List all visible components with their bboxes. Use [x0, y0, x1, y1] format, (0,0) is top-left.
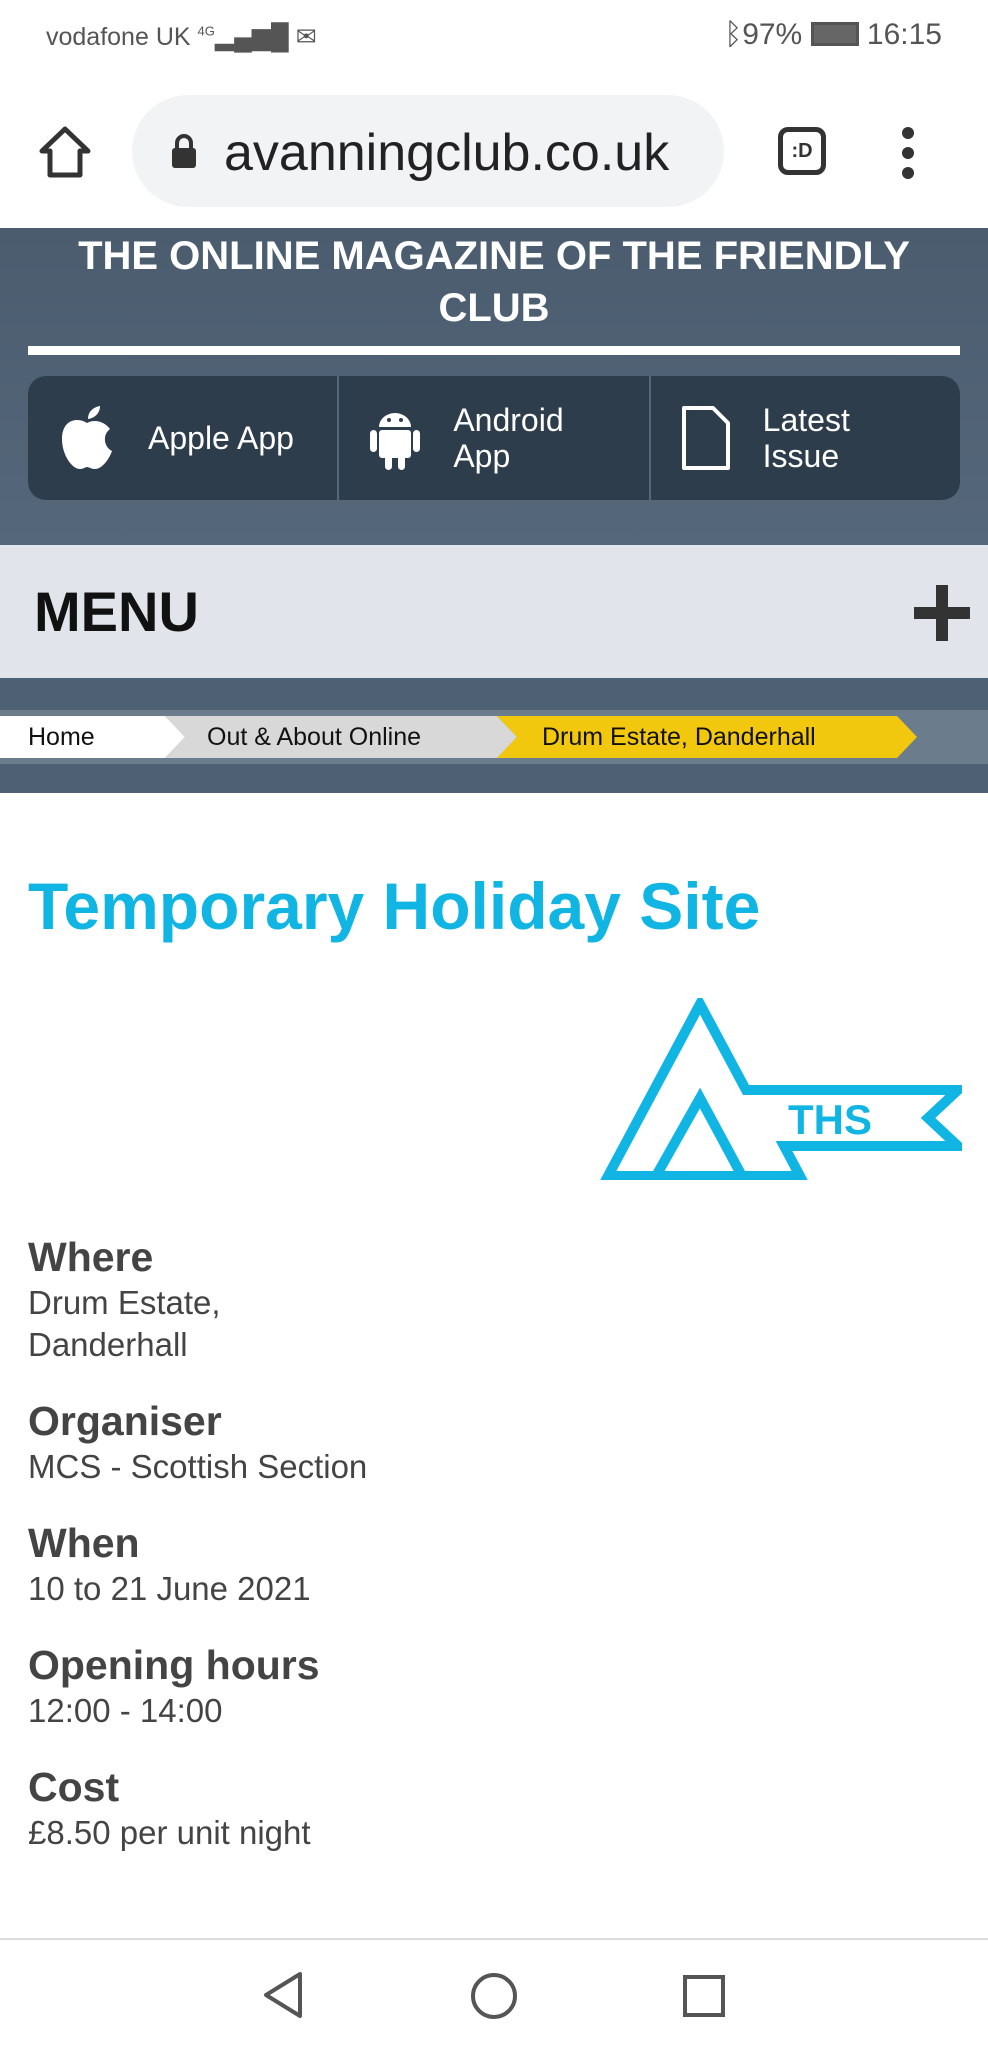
url-text: avanningclub.co.uk: [224, 124, 670, 182]
site-details: Where Drum Estate, Danderhall Organiser MC…: [28, 1232, 367, 1884]
divider: [28, 346, 960, 355]
svg-text:THS: THS: [788, 1096, 872, 1143]
breadcrumb-current: Drum Estate, Danderhall: [497, 716, 917, 758]
apple-app-label: Apple App: [148, 420, 294, 456]
page-title: Temporary Holiday Site: [28, 869, 761, 943]
signal-icon: ▂▄▆█: [214, 23, 289, 51]
status-bar: vodafone UK 4G▂▄▆█ ✉ ᛒ97% 16:15: [0, 0, 988, 75]
battery-icon: [810, 22, 859, 46]
address-bar[interactable]: avanningclub.co.uk: [132, 95, 724, 207]
android-app-label: Android App: [453, 402, 564, 474]
network-type: 4G: [197, 23, 215, 39]
back-icon[interactable]: [260, 1970, 308, 2020]
breadcrumb-home[interactable]: Home: [0, 716, 185, 758]
latest-issue-label: Latest Issue: [762, 402, 850, 474]
latest-issue-link[interactable]: Latest Issue: [651, 376, 960, 500]
recents-icon[interactable]: [682, 1974, 726, 2018]
breadcrumb: Home Out & About Online Drum Estate, Dan…: [0, 678, 988, 793]
apple-app-link[interactable]: Apple App: [28, 376, 340, 500]
home-icon[interactable]: [38, 125, 92, 179]
detail-organiser: Organiser MCS - Scottish Section: [28, 1398, 368, 1485]
more-options-icon[interactable]: [902, 127, 916, 187]
plus-icon[interactable]: [914, 585, 970, 641]
android-icon: [370, 413, 421, 470]
ths-logo: THS: [600, 998, 962, 1180]
detail-where: Where Drum Estate, Danderhall: [28, 1234, 221, 1363]
detail-cost: Cost £8.50 per unit night: [28, 1764, 311, 1851]
browser-toolbar: avanningclub.co.uk :D: [0, 75, 988, 228]
site-tagline: THE ONLINE MAGAZINE OF THE FRIENDLY CLUB: [78, 234, 910, 330]
bluetooth-icon: ᛒ: [724, 18, 743, 51]
site-header: THE ONLINE MAGAZINE OF THE FRIENDLY CLUB…: [0, 228, 988, 545]
menu-label: MENU: [34, 580, 199, 643]
menu-bar[interactable]: MENU: [0, 545, 988, 678]
battery-percent: 97%: [742, 18, 803, 51]
breadcrumb-out-about[interactable]: Out & About Online: [165, 716, 517, 758]
document-icon: [681, 406, 730, 470]
clock: 16:15: [866, 18, 942, 51]
home-nav-icon[interactable]: [470, 1972, 518, 2020]
lock-icon: [172, 134, 196, 168]
carrier: vodafone UK: [46, 23, 191, 51]
app-links: Apple App Android App Latest Issue: [28, 376, 960, 500]
detail-when: When 10 to 21 June 2021: [28, 1520, 311, 1607]
android-app-link[interactable]: Android App: [339, 376, 651, 500]
tab-switcher-button[interactable]: :D: [778, 127, 826, 175]
system-nav-bar: [0, 1938, 988, 2048]
mail-icon: ✉: [295, 23, 317, 51]
detail-opening-hours: Opening hours 12:00 - 14:00: [28, 1642, 320, 1729]
apple-icon: [62, 406, 112, 469]
